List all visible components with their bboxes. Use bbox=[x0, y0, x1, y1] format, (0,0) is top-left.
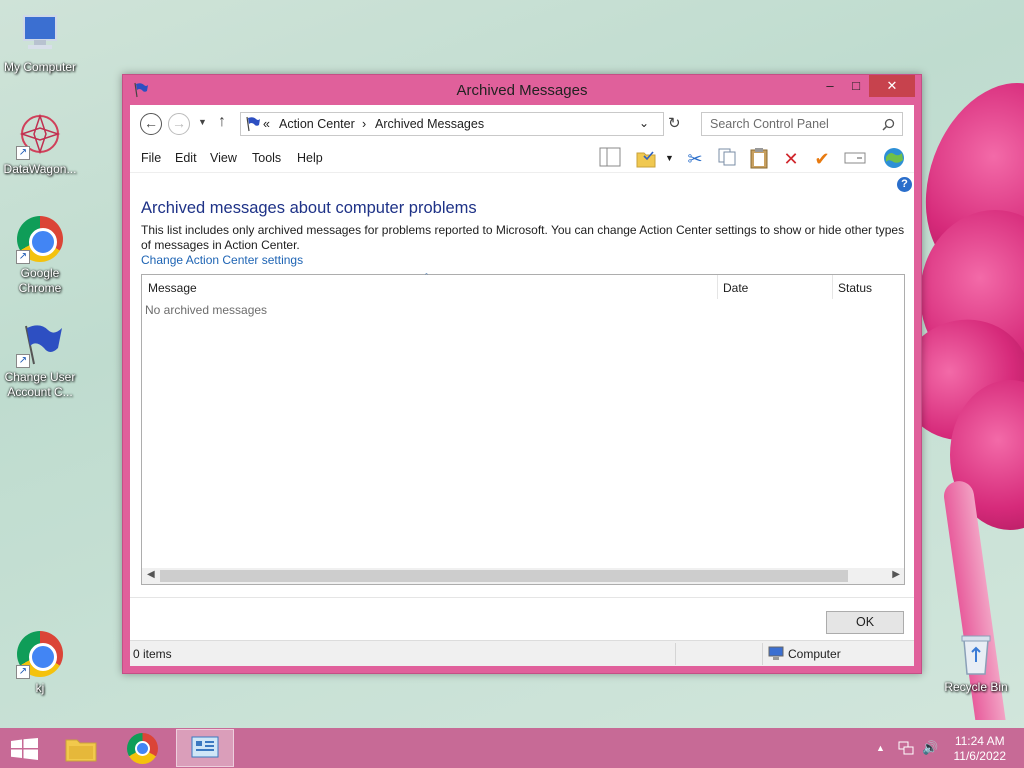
column-date[interactable]: Date bbox=[723, 281, 748, 295]
desktop-icon-my-computer[interactable]: My Computer bbox=[0, 10, 80, 75]
breadcrumb-archived-messages[interactable]: Archived Messages bbox=[375, 117, 484, 131]
desktop-icon-label: kj bbox=[35, 681, 45, 695]
desktop-icon-label: Google Chrome bbox=[18, 266, 62, 295]
column-status[interactable]: Status bbox=[838, 281, 872, 295]
computer-icon bbox=[16, 10, 64, 58]
chrome-icon: ↗ bbox=[16, 631, 64, 679]
computer-icon bbox=[768, 646, 784, 660]
page-title: Archived messages about computer problem… bbox=[141, 199, 477, 217]
shortcut-arrow-icon: ↗ bbox=[16, 354, 30, 368]
minimize-button[interactable]: – bbox=[817, 75, 843, 97]
scrollbar-thumb[interactable] bbox=[160, 570, 848, 582]
show-hidden-icons-button[interactable]: ▲ bbox=[876, 743, 885, 753]
desktop-icon-label: Recycle Bin bbox=[944, 680, 1008, 694]
help-icon[interactable]: ? bbox=[897, 177, 912, 192]
list-header: Message ˆ Date Status bbox=[142, 272, 904, 299]
desktop-icon-recycle-bin[interactable]: Recycle Bin bbox=[936, 630, 1016, 695]
clock-date: 11/6/2022 bbox=[953, 749, 1007, 763]
menu-view[interactable]: View bbox=[210, 151, 237, 165]
rename-icon[interactable] bbox=[843, 147, 867, 171]
menu-tools[interactable]: Tools bbox=[252, 151, 281, 165]
desktop-icon-change-user-account[interactable]: ↗ Change User Account C... bbox=[0, 320, 80, 400]
cut-icon[interactable]: ✂ bbox=[683, 147, 707, 171]
back-button[interactable]: ← bbox=[140, 113, 162, 135]
recent-locations-dropdown[interactable]: ▼ bbox=[198, 117, 207, 127]
taskbar: ▲ 🔊 11:24 AM 11/6/2022 bbox=[0, 728, 1024, 768]
shortcut-arrow-icon: ↗ bbox=[16, 665, 30, 679]
action-center-flag-icon bbox=[246, 116, 260, 132]
paste-icon[interactable] bbox=[747, 147, 771, 171]
taskbar-control-panel[interactable] bbox=[176, 729, 234, 767]
address-row: ← → ▼ ↑ « Action Center › Archived Messa… bbox=[130, 105, 914, 143]
flag-icon: ↗ bbox=[16, 320, 64, 368]
menu-edit[interactable]: Edit bbox=[175, 151, 197, 165]
forward-button[interactable]: → bbox=[168, 113, 190, 135]
properties-check-icon[interactable]: ✔ bbox=[810, 147, 834, 171]
menu-bar: File Edit View Tools Help ▼ ✂ ✕ ✔ bbox=[130, 143, 914, 173]
datawagon-icon: ↗ bbox=[16, 112, 64, 160]
search-icon bbox=[882, 118, 895, 131]
windows-logo-icon bbox=[11, 738, 38, 760]
zone-label: Computer bbox=[788, 647, 841, 661]
globe-icon[interactable] bbox=[882, 147, 906, 171]
network-icon[interactable] bbox=[898, 740, 914, 759]
breadcrumb-separator[interactable]: › bbox=[362, 117, 366, 131]
recycle-bin-icon bbox=[952, 630, 1000, 678]
refresh-button[interactable]: ↻ bbox=[668, 114, 681, 132]
item-count: 0 items bbox=[133, 647, 172, 661]
column-message[interactable]: Message bbox=[148, 281, 197, 295]
shortcut-arrow-icon: ↗ bbox=[16, 250, 30, 264]
page-description: This list includes only archived message… bbox=[141, 223, 905, 252]
start-button[interactable] bbox=[0, 729, 50, 767]
title-bar[interactable]: Archived Messages – □ ✕ bbox=[123, 75, 921, 105]
close-button[interactable]: ✕ bbox=[869, 75, 915, 97]
main-content: ? Archived messages about computer probl… bbox=[130, 173, 914, 666]
copy-icon[interactable] bbox=[715, 147, 739, 171]
archived-messages-window: Archived Messages – □ ✕ ← → ▼ ↑ « Action… bbox=[122, 74, 922, 674]
taskbar-clock[interactable]: 11:24 AM 11/6/2022 bbox=[954, 734, 1007, 764]
desktop-icon-datawagon[interactable]: ↗ DataWagon... bbox=[0, 112, 80, 177]
maximize-button[interactable]: □ bbox=[843, 75, 869, 97]
status-bar: 0 items Computer bbox=[130, 640, 914, 666]
menu-file[interactable]: File bbox=[141, 151, 161, 165]
desktop-icon-label: Change User Account C... bbox=[4, 370, 76, 399]
delete-icon[interactable]: ✕ bbox=[779, 147, 803, 171]
preview-pane-icon[interactable] bbox=[598, 147, 622, 171]
folder-icon bbox=[65, 739, 97, 762]
empty-list-message: No archived messages bbox=[145, 303, 268, 317]
clock-time: 11:24 AM bbox=[954, 734, 1005, 748]
address-bar[interactable]: « Action Center › Archived Messages ⌄ bbox=[240, 112, 664, 136]
folder-check-icon[interactable] bbox=[634, 147, 658, 171]
up-button[interactable]: ↑ bbox=[218, 113, 226, 131]
messages-list[interactable]: Message ˆ Date Status No archived messag… bbox=[141, 272, 905, 585]
ok-button[interactable]: OK bbox=[826, 611, 904, 634]
desktop-icon-google-chrome[interactable]: ↗ Google Chrome bbox=[0, 215, 80, 296]
sort-ascending-icon: ˆ bbox=[425, 272, 428, 282]
volume-icon[interactable]: 🔊 bbox=[922, 740, 938, 756]
search-input[interactable]: Search Control Panel bbox=[701, 112, 903, 136]
breadcrumb-overflow[interactable]: « bbox=[263, 117, 270, 131]
change-settings-link[interactable]: Change Action Center settings bbox=[141, 253, 303, 267]
breadcrumb-action-center[interactable]: Action Center bbox=[279, 117, 355, 131]
chevron-down-icon[interactable]: ⌄ bbox=[639, 116, 649, 130]
taskbar-chrome[interactable] bbox=[114, 729, 172, 767]
search-placeholder: Search Control Panel bbox=[710, 117, 829, 131]
chrome-icon bbox=[127, 733, 158, 764]
scroll-left-arrow[interactable]: ◀ bbox=[147, 569, 155, 580]
chrome-icon: ↗ bbox=[16, 216, 64, 264]
scroll-right-arrow[interactable]: ▶ bbox=[892, 569, 900, 580]
chevron-down-icon[interactable]: ▼ bbox=[665, 153, 674, 163]
desktop-icon-label: DataWagon... bbox=[3, 162, 77, 176]
taskbar-file-explorer[interactable] bbox=[52, 729, 110, 767]
shortcut-arrow-icon: ↗ bbox=[16, 146, 30, 160]
control-panel-icon bbox=[191, 736, 219, 758]
desktop-icon-label: My Computer bbox=[3, 60, 77, 74]
window-client: ← → ▼ ↑ « Action Center › Archived Messa… bbox=[130, 105, 914, 666]
desktop-icon-kj[interactable]: ↗ kj bbox=[0, 630, 80, 696]
horizontal-scrollbar[interactable]: ◀ ▶ bbox=[142, 568, 904, 584]
menu-help[interactable]: Help bbox=[297, 151, 323, 165]
window-title: Archived Messages bbox=[456, 82, 588, 99]
